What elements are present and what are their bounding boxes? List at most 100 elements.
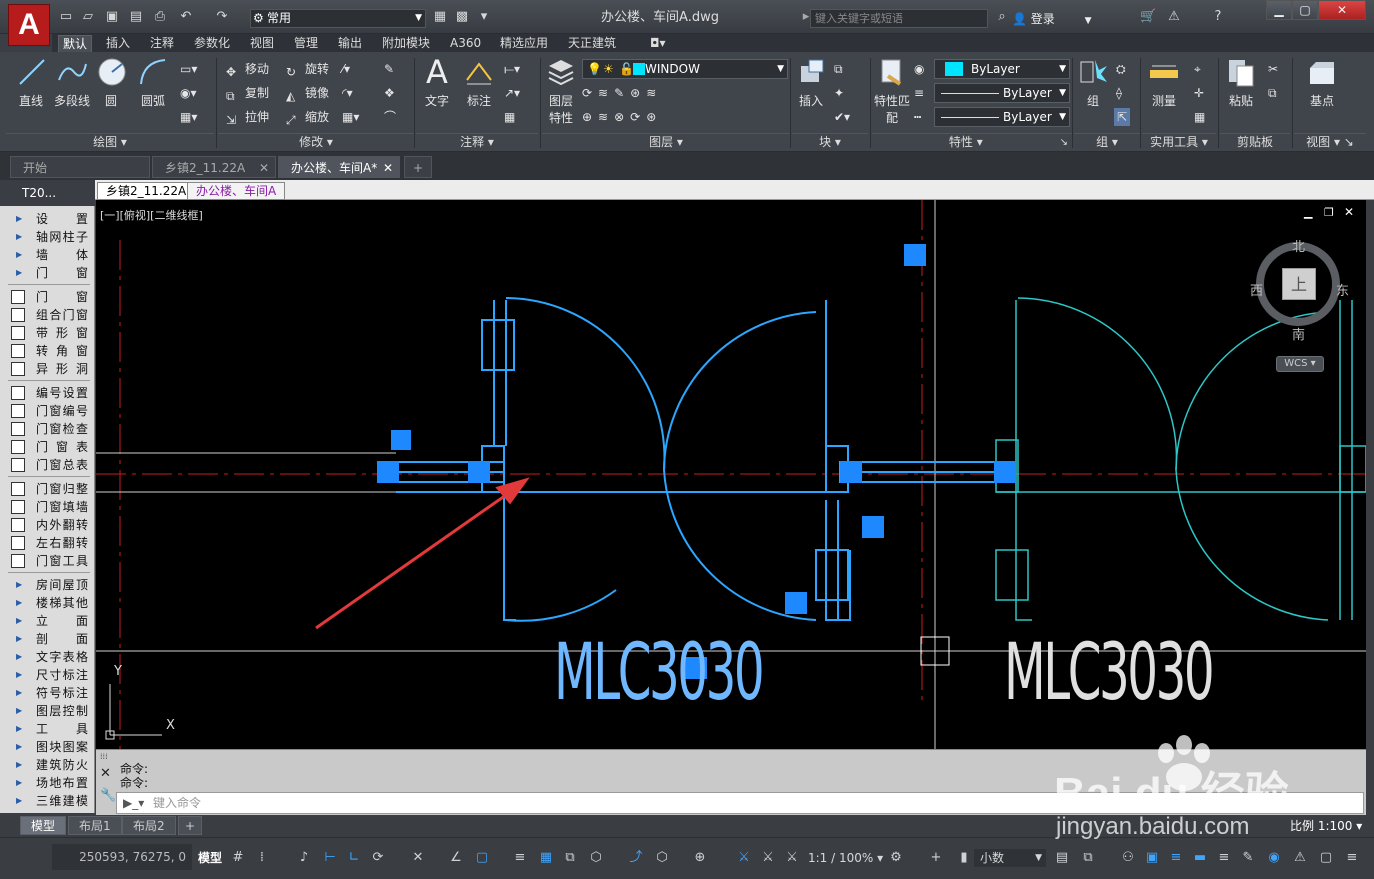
trim-icon[interactable]: ⁄▾ — [342, 60, 350, 78]
linetype-select[interactable]: ByLayer ▼ — [934, 83, 1070, 103]
tab-view[interactable]: 视图 — [246, 35, 278, 52]
palette-group[interactable]: ▶ 剖 面 — [8, 630, 88, 648]
status-tool-icon[interactable]: ≡ — [1216, 850, 1232, 866]
grid-icon[interactable]: # — [230, 850, 246, 866]
binoculars-icon[interactable]: ⌕ — [994, 9, 1010, 25]
status-tool-icon[interactable]: ⚠ — [1292, 850, 1308, 866]
palette-group[interactable]: ▶ 楼梯其他 — [8, 594, 88, 612]
base-view-button[interactable]: 基点 — [1302, 56, 1342, 109]
offset-icon[interactable]: ⌒ — [384, 108, 396, 126]
infer-icon[interactable]: ♪ — [296, 850, 312, 866]
text-button[interactable]: A 文字 — [420, 56, 454, 109]
layer-tools-row2[interactable]: ⊕≋⊗⟳⊛ — [582, 108, 662, 126]
palette-tool[interactable]: 门 窗 — [8, 288, 88, 306]
annotation-monitor-icon[interactable]: + — [928, 850, 944, 866]
viewport-controls[interactable]: [一][俯视][二维线框] — [100, 207, 203, 223]
circle-button[interactable]: 圆 — [96, 56, 126, 109]
viewport-minimize-icon[interactable]: ▁ — [1304, 206, 1312, 219]
ribbon-minimize-icon[interactable]: ◘▾ — [646, 35, 670, 52]
palette-title[interactable]: T20... — [0, 180, 95, 206]
annotation-visibility-icon[interactable]: ⚔ — [736, 850, 752, 866]
panel-title-modify[interactable]: 修改 ▾ — [218, 133, 414, 150]
panel-title-properties[interactable]: 特性 ▾ ↘ — [872, 133, 1072, 150]
layer-properties-button[interactable]: 图层特性 — [544, 56, 578, 126]
palette-group[interactable]: ▶ 轴网柱子 — [8, 228, 88, 246]
grip-handle[interactable]: ⁞⁞⁞ — [100, 752, 108, 761]
measure-button[interactable]: 测量 — [1146, 56, 1182, 109]
close-icon[interactable]: ✕ — [100, 766, 111, 781]
tab-manage[interactable]: 管理 — [290, 35, 322, 52]
color-select[interactable]: ByLayer ▼ — [934, 59, 1070, 79]
linear-dim-icon[interactable]: ⟝▾ — [504, 60, 520, 78]
group-button[interactable]: 组 — [1076, 56, 1110, 109]
polyline-button[interactable]: 多段线 — [52, 56, 92, 109]
insert-block-button[interactable]: 插入 — [794, 56, 828, 109]
selection-filter-icon[interactable]: ⬡ — [654, 850, 670, 866]
object-snap-tracking-icon[interactable]: ∠ — [448, 850, 464, 866]
stretch-button[interactable]: ⇲ 拉伸 — [226, 108, 269, 127]
attribute-icon[interactable]: ✔▾ — [834, 108, 850, 126]
new-tab-button[interactable]: + — [404, 156, 432, 178]
snap-icon[interactable]: ⁞ — [254, 850, 270, 866]
drawing-viewport[interactable]: MLC3030 MLC3030 [一][俯视][二维线框] Y X ▁ ❐ ✕ … — [96, 200, 1366, 749]
palette-group[interactable]: ▶ 门 窗 — [8, 264, 88, 282]
viewport-restore-icon[interactable]: ❐ — [1324, 206, 1334, 219]
create-block-icon[interactable]: ⧉ — [834, 60, 843, 78]
viewcube-west[interactable]: 西 — [1250, 280, 1263, 299]
tab-featured-apps[interactable]: 精选应用 — [496, 35, 552, 52]
maximize-button[interactable]: ▢ — [1292, 0, 1318, 20]
tab-model[interactable]: 模型 — [20, 816, 67, 835]
file-tab-office[interactable]: 办公楼、车间A — [187, 182, 286, 200]
palette-group[interactable]: ▶ 设 置 — [8, 210, 88, 228]
palette-group[interactable]: ▶ 墙 体 — [8, 246, 88, 264]
lineweight-status-icon[interactable]: ≡ — [512, 850, 528, 866]
new-icon[interactable]: ▭ — [58, 9, 74, 25]
leader-icon[interactable]: ↗▾ — [504, 84, 520, 102]
close-button[interactable]: ✕ — [1318, 0, 1366, 20]
cut-icon[interactable]: ✂ — [1268, 60, 1278, 78]
workspace-select[interactable]: ⚙ 常用 ▼ — [250, 9, 426, 28]
tab-annotate[interactable]: 注释 — [146, 35, 178, 52]
paste-button[interactable]: 粘贴 — [1224, 56, 1258, 109]
workspace-gear-icon[interactable]: ⚙ — [888, 850, 904, 866]
palette-group[interactable]: ▶ 尺寸标注 — [8, 666, 88, 684]
close-icon[interactable]: ✕ — [259, 157, 269, 179]
table-icon[interactable]: ▦ — [504, 108, 515, 126]
units-select[interactable]: 小数 ▼ — [974, 849, 1046, 867]
palette-group[interactable]: ▶ 文字表格 — [8, 648, 88, 666]
group-edit-icon[interactable]: ⟠ — [1116, 84, 1122, 102]
calculator-icon[interactable]: ▦ — [1194, 108, 1205, 126]
status-tool-icon[interactable]: ✎ — [1240, 850, 1256, 866]
palette-tool[interactable]: 门窗工具 — [8, 552, 88, 570]
palette-group[interactable]: ▶ 图块图案 — [8, 738, 88, 756]
lineweight-select[interactable]: ByLayer ▼ — [934, 107, 1070, 127]
tab-layout2[interactable]: 布局2 — [122, 816, 176, 835]
open-icon[interactable]: ▱ — [80, 9, 96, 25]
layer-select[interactable]: 💡 ☀ 🔓 WINDOW ▼ — [582, 59, 788, 79]
plot-tool-icon[interactable]: ▩ — [454, 9, 470, 25]
panel-title-groups[interactable]: 组 ▾ — [1074, 133, 1140, 150]
tab-layout1[interactable]: 布局1 — [68, 816, 122, 835]
save-as-icon[interactable]: ▤ — [128, 9, 144, 25]
minimize-button[interactable]: ▁ — [1266, 0, 1292, 20]
panel-title-utilities[interactable]: 实用工具 ▾ — [1142, 133, 1216, 150]
cart-icon[interactable]: 🛒 — [1140, 9, 1156, 25]
tab-default[interactable]: 默认 — [58, 35, 93, 52]
transparency-icon[interactable]: ▦ — [538, 850, 554, 866]
palette-group[interactable]: ▶ 房间屋顶 — [8, 576, 88, 594]
units-icon[interactable]: ▮ — [956, 850, 972, 866]
explode-icon[interactable]: ❖ — [384, 84, 395, 102]
quick-select-icon[interactable]: ⌖ — [1194, 60, 1201, 78]
help-icon[interactable]: ? — [1210, 9, 1226, 25]
save-icon[interactable]: ▣ — [104, 9, 120, 25]
palette-tool[interactable]: 组合门窗 — [8, 306, 88, 324]
close-icon[interactable]: ✕ — [383, 157, 393, 179]
palette-group[interactable]: ▶ 建筑防火 — [8, 756, 88, 774]
copy-button[interactable]: ⧉ 复制 — [226, 84, 269, 103]
customize-qat-icon[interactable]: ▾ — [476, 9, 492, 25]
panel-title-block[interactable]: 块 ▾ — [792, 133, 868, 150]
color-wheel-icon[interactable]: ◉ — [914, 60, 924, 78]
drawing-scale[interactable]: 比例 1:100 ▾ — [1290, 817, 1362, 834]
palette-group[interactable]: ▶ 符号标注 — [8, 684, 88, 702]
erase-icon[interactable]: ✎ — [384, 60, 394, 78]
